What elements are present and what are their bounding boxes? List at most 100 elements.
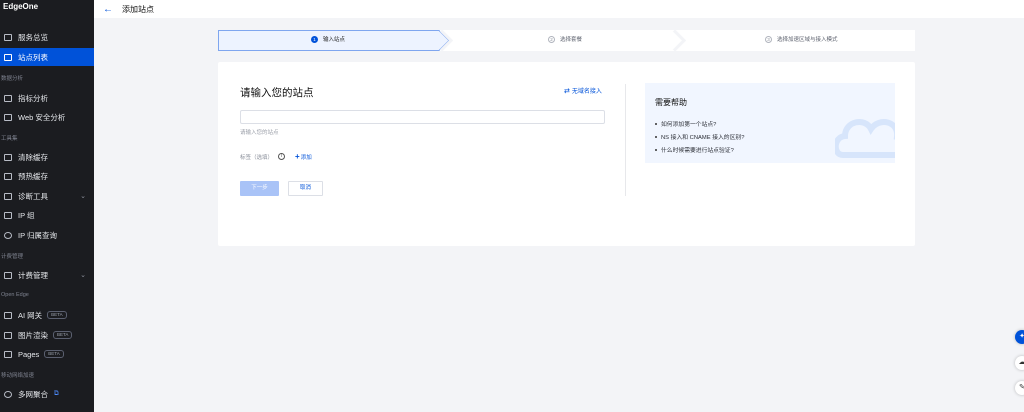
sidebar-group-label: 计费管理 (1, 254, 24, 260)
step-1: 1 输入站点 (311, 35, 345, 43)
sidebar-item-ai-gateway[interactable]: AI 网关 BETA (0, 306, 94, 324)
sidebar-item-metrics[interactable]: 指标分析 (0, 89, 94, 107)
site-input[interactable] (240, 110, 605, 124)
sidebar-item-web-security[interactable]: Web 安全分析 (0, 108, 94, 126)
sidebar-item-label: Pages (18, 349, 40, 359)
shield-icon (4, 113, 12, 121)
info-icon[interactable]: i (278, 153, 286, 160)
sidebar-item-label: 多网聚合 (18, 389, 48, 399)
step-number: 3 (765, 35, 772, 43)
sidebar-group-label: 工具集 (1, 136, 18, 142)
sidebar-item-diagnose[interactable]: 诊断工具 ⌄ (0, 187, 94, 205)
divider (625, 84, 626, 196)
form-title: 请输入您的站点 (240, 87, 314, 99)
multi-network-icon (4, 390, 12, 398)
sidebar-item-label: 计费管理 (18, 270, 48, 280)
bullet-icon (655, 148, 657, 151)
site-input-hint: 请输入您的站点 (240, 130, 279, 136)
sidebar-item-pages[interactable]: Pages BETA (0, 345, 94, 363)
step-number: 1 (311, 35, 318, 43)
image-icon (4, 331, 12, 339)
beta-badge: BETA (44, 350, 64, 358)
step-label: 选择加速区域与接入模式 (777, 37, 838, 43)
cancel-button[interactable]: 取消 (288, 181, 323, 196)
sidebar-item-label: 指标分析 (18, 93, 48, 103)
step-indicator: 1 输入站点 2 选择套餐 3 选择加速区域与接入模式 (218, 30, 915, 51)
search-icon (4, 231, 12, 239)
chevron-down-icon: ⌄ (80, 193, 86, 200)
sidebar-item-label: AI 网关 (18, 310, 43, 320)
step-label: 输入站点 (323, 37, 346, 43)
add-site-card: 请输入您的站点 ⇄ 无域名接入 请输入您的站点 标签（选填） i + 添加 下一步 … (218, 62, 915, 246)
help-link[interactable]: 什么时候需要进行站点验证? (655, 143, 744, 156)
brand-logo: EdgeOne (3, 2, 39, 11)
no-domain-link[interactable]: ⇄ 无域名接入 (564, 86, 602, 96)
sidebar-item-overview[interactable]: 服务总览 (0, 28, 94, 46)
list-icon (4, 53, 12, 61)
ai-gateway-icon (4, 311, 12, 319)
sidebar-item-purge-cache[interactable]: 清除缓存 (0, 148, 94, 166)
help-panel: 需要帮助 如何添加第一个站点? NS 接入和 CNAME 接入的区别? 什么时候… (645, 83, 895, 163)
help-title: 需要帮助 (655, 98, 687, 107)
edit-icon[interactable]: ✎ (1015, 381, 1024, 395)
sidebar-item-label: IP 归属查询 (18, 230, 58, 240)
sidebar-item-image-render[interactable]: 图片渲染 BETA (0, 326, 94, 344)
step-label: 选择套餐 (560, 37, 583, 43)
page-title: 添加站点 (122, 4, 154, 14)
grid-icon (4, 33, 12, 41)
chart-icon (4, 94, 12, 102)
no-domain-label: 无域名接入 (571, 89, 602, 95)
assistant-icon[interactable]: ✦ (1015, 330, 1024, 344)
sidebar-group-label: 数据分析 (1, 76, 24, 82)
pages-icon (4, 350, 12, 358)
sidebar-item-site-list[interactable]: 站点列表 (0, 48, 94, 66)
sidebar-item-label: 服务总览 (18, 32, 48, 42)
help-link-label: NS 接入和 CNAME 接入的区别? (661, 135, 745, 141)
sidebar-group-label: 移动网络加速 (1, 373, 35, 379)
help-links: 如何添加第一个站点? NS 接入和 CNAME 接入的区别? 什么时候需要进行站… (655, 117, 744, 156)
sidebar-item-label: 站点列表 (18, 52, 48, 62)
tag-row: 标签（选填） i + 添加 (240, 152, 312, 161)
external-link-icon: ⧉ (54, 390, 59, 397)
page-header: ← 添加站点 (94, 0, 1024, 18)
step-number: 2 (548, 35, 555, 43)
sidebar-item-preheat-cache[interactable]: 预热缓存 (0, 167, 94, 185)
sidebar-item-ip-group[interactable]: IP 组 (0, 206, 94, 224)
swap-icon: ⇄ (564, 87, 570, 95)
bullet-icon (655, 122, 657, 125)
beta-badge: BETA (47, 311, 67, 319)
add-tag-button[interactable]: + 添加 (295, 152, 312, 161)
help-link-label: 什么时候需要进行站点验证? (661, 148, 734, 154)
next-button[interactable]: 下一步 (240, 181, 279, 196)
bullet-icon (655, 135, 657, 138)
cloud-feedback-icon[interactable]: ☁ (1015, 356, 1024, 370)
billing-icon (4, 271, 12, 279)
add-tag-label: 添加 (300, 154, 312, 161)
plus-icon: + (295, 152, 300, 161)
ip-group-icon (4, 211, 12, 219)
diagnose-icon (4, 192, 12, 200)
sidebar: EdgeOne 服务总览 站点列表 数据分析 指标分析 Web 安全分析 工具集… (0, 0, 94, 412)
cloud-icon (835, 118, 895, 158)
sidebar-item-label: 清除缓存 (18, 152, 48, 162)
sidebar-item-label: Web 安全分析 (18, 112, 66, 122)
sidebar-group-label: Open Edge (1, 292, 29, 298)
sidebar-item-billing[interactable]: 计费管理 ⌄ (0, 266, 94, 284)
help-link[interactable]: 如何添加第一个站点? (655, 117, 744, 130)
sidebar-item-label: 图片渲染 (18, 330, 48, 340)
preheat-icon (4, 172, 12, 180)
help-link-label: 如何添加第一个站点? (661, 122, 717, 128)
step-2: 2 选择套餐 (548, 35, 582, 43)
sidebar-item-ip-lookup[interactable]: IP 归属查询 (0, 226, 94, 244)
sidebar-item-label: IP 组 (18, 210, 35, 220)
sidebar-item-multi-network[interactable]: 多网聚合 ⧉ (0, 385, 94, 403)
sidebar-item-label: 诊断工具 (18, 191, 48, 201)
chevron-down-icon: ⌄ (80, 272, 86, 279)
help-link[interactable]: NS 接入和 CNAME 接入的区别? (655, 130, 744, 143)
beta-badge: BETA (53, 331, 73, 339)
tag-label: 标签（选填） (240, 154, 274, 161)
cache-icon (4, 153, 12, 161)
arrow-left-icon[interactable]: ← (103, 4, 113, 15)
sidebar-item-label: 预热缓存 (18, 171, 48, 181)
step-3: 3 选择加速区域与接入模式 (765, 35, 838, 43)
